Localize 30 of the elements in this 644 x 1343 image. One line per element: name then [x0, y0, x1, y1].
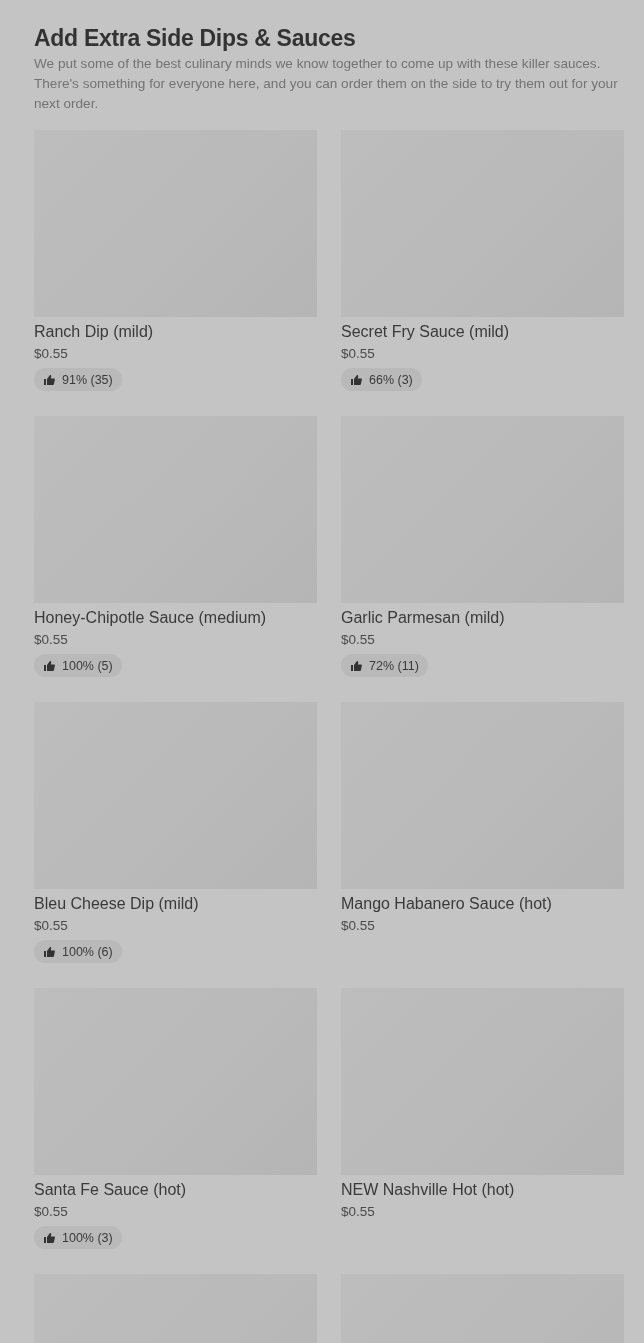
thumbs-up-icon [350, 659, 362, 672]
thumbs-up-icon [350, 373, 362, 386]
rating-badge: 100% (3) [34, 1226, 122, 1249]
rating-badge: 100% (6) [34, 940, 122, 963]
item-name[interactable]: NEW Nashville Hot (hot) [341, 1180, 515, 1200]
thumbs-up-icon [43, 659, 55, 672]
rating-badge: 72% (11) [341, 654, 428, 677]
item-price: $0.55 [34, 631, 68, 649]
rating-badge: 66% (3) [341, 368, 422, 391]
item-name[interactable]: Bleu Cheese Dip (mild) [34, 894, 199, 914]
thumbs-up-icon [43, 373, 55, 386]
item-name[interactable]: Garlic Parmesan (mild) [341, 608, 505, 628]
rating-badge: 100% (5) [34, 654, 122, 677]
item-price: $0.55 [341, 345, 375, 363]
item-price: $0.55 [341, 1203, 375, 1221]
item-name[interactable]: Ranch Dip (mild) [34, 322, 154, 342]
item-name[interactable]: Honey-Chipotle Sauce (medium) [34, 608, 267, 628]
item-price: $0.55 [34, 345, 68, 363]
item-price: $0.55 [341, 631, 375, 649]
thumbs-up-icon [43, 1231, 55, 1244]
item-price: $0.55 [341, 917, 375, 935]
item-name[interactable]: Secret Fry Sauce (mild) [341, 322, 510, 342]
section-title: Add Extra Side Dips & Sauces [34, 24, 356, 53]
section-description: We put some of the best culinary minds we know together to come up with these killer sauces. There's something for everyone here, and you can order them on the side to try them out for your next order. [34, 55, 619, 113]
item-name[interactable]: Mango Habanero Sauce (hot) [341, 894, 552, 914]
item-name[interactable]: Santa Fe Sauce (hot) [34, 1180, 187, 1200]
rating-badge: 91% (35) [34, 368, 122, 391]
item-price: $0.55 [34, 917, 68, 935]
item-price: $0.55 [34, 1203, 68, 1221]
thumbs-up-icon [43, 945, 55, 958]
